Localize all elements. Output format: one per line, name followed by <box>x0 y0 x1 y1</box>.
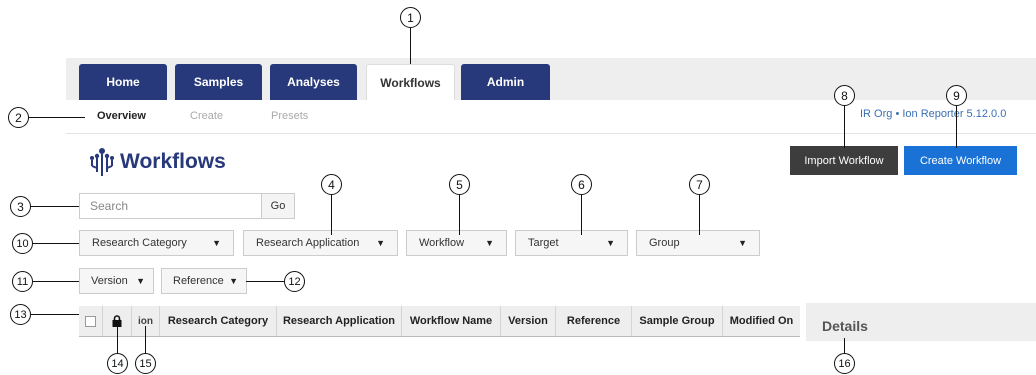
reference-label: Reference <box>173 275 224 287</box>
callout-13: 13 <box>10 304 31 325</box>
caret-down-icon: ▼ <box>212 238 221 248</box>
group-dropdown[interactable]: Group ▼ <box>636 230 760 256</box>
caret-down-icon: ▼ <box>485 238 494 248</box>
callout-10-line <box>33 243 79 245</box>
callout-7: 7 <box>689 174 710 195</box>
callout-14-line <box>117 326 119 356</box>
research-application-dropdown[interactable]: Research Application ▼ <box>243 230 398 256</box>
callout-6-line <box>581 195 583 235</box>
page-title: Workflows <box>120 150 226 173</box>
version-label: Version <box>91 275 128 287</box>
research-category-column-header[interactable]: Research Category <box>160 306 277 336</box>
callout-1-line <box>410 28 412 64</box>
callout-16: 16 <box>834 353 855 374</box>
version-dropdown[interactable]: Version ▼ <box>79 268 154 294</box>
tab-workflows[interactable]: Workflows <box>366 64 455 100</box>
tab-admin[interactable]: Admin <box>461 64 550 100</box>
callout-10: 10 <box>12 233 33 254</box>
callout-14: 14 <box>107 353 128 374</box>
search-input[interactable]: Search <box>79 193 262 219</box>
callout-1: 1 <box>400 7 421 28</box>
callout-6: 6 <box>571 174 592 195</box>
callout-8-line <box>844 106 846 148</box>
sample-group-column-header[interactable]: Sample Group <box>632 306 723 336</box>
workflow-label: Workflow <box>419 237 465 249</box>
callout-3-line <box>30 206 79 208</box>
select-all-checkbox-cell[interactable] <box>79 306 103 336</box>
version-column-header[interactable]: Version <box>501 306 556 336</box>
callout-15-line <box>145 326 147 356</box>
subnav-create[interactable]: Create <box>190 110 223 122</box>
callout-4-line <box>331 195 333 235</box>
workflow-dropdown[interactable]: Workflow ▼ <box>406 230 507 256</box>
callout-2-line <box>28 117 85 119</box>
callout-9: 9 <box>946 85 967 106</box>
callout-4: 4 <box>321 174 342 195</box>
research-application-column-header[interactable]: Research Application <box>277 306 402 336</box>
caret-down-icon: ▼ <box>136 276 145 286</box>
callout-7-line <box>699 195 701 235</box>
callout-12: 12 <box>284 271 305 292</box>
callout-11-line <box>33 281 79 283</box>
group-label: Group <box>649 237 680 249</box>
caret-down-icon: ▼ <box>738 238 747 248</box>
callout-2: 2 <box>8 107 29 128</box>
details-title: Details <box>822 318 868 334</box>
tab-samples[interactable]: Samples <box>175 64 262 100</box>
research-application-label: Research Application <box>256 237 360 249</box>
tab-home[interactable]: Home <box>79 64 167 100</box>
tab-analyses[interactable]: Analyses <box>270 64 357 100</box>
modified-on-column-header[interactable]: Modified On <box>723 306 800 336</box>
subnav-divider <box>66 133 1036 134</box>
callout-8: 8 <box>834 85 855 106</box>
callout-5: 5 <box>449 174 470 195</box>
workflow-name-column-header[interactable]: Workflow Name <box>402 306 501 336</box>
workflow-tree-icon <box>88 146 116 178</box>
import-workflow-button[interactable]: Import Workflow <box>790 146 898 175</box>
go-button[interactable]: Go <box>261 193 295 219</box>
target-dropdown[interactable]: Target ▼ <box>515 230 628 256</box>
callout-12-line <box>246 281 284 283</box>
create-workflow-button[interactable]: Create Workflow <box>904 146 1017 175</box>
research-category-label: Research Category <box>92 237 187 249</box>
callout-11: 11 <box>12 271 33 292</box>
target-label: Target <box>528 237 559 249</box>
reference-dropdown[interactable]: Reference ▼ <box>161 268 247 294</box>
callout-9-line <box>956 106 958 148</box>
version-info: IR Org • Ion Reporter 5.12.0.0 <box>860 108 1007 120</box>
subnav-presets[interactable]: Presets <box>271 110 308 122</box>
callout-15: 15 <box>135 353 156 374</box>
callout-3: 3 <box>10 196 31 217</box>
caret-down-icon: ▼ <box>606 238 615 248</box>
reference-column-header[interactable]: Reference <box>556 306 632 336</box>
callout-5-line <box>459 195 461 235</box>
caret-down-icon: ▼ <box>376 238 385 248</box>
caret-down-icon: ▼ <box>229 276 238 286</box>
callout-13-line <box>31 314 79 316</box>
select-all-checkbox[interactable] <box>85 315 96 327</box>
research-category-dropdown[interactable]: Research Category ▼ <box>79 230 234 256</box>
subnav-overview[interactable]: Overview <box>97 110 146 122</box>
